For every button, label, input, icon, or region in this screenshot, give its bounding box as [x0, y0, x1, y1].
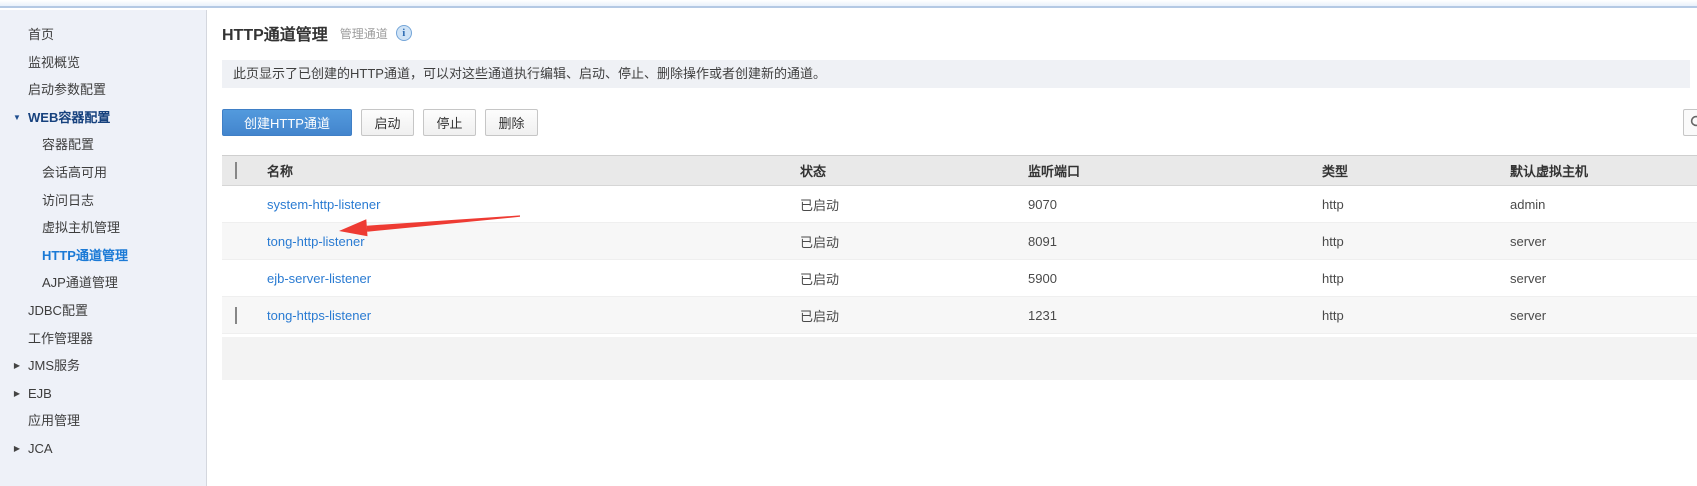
vhost-cell: server: [1510, 271, 1697, 286]
sidebar-item-work-manager[interactable]: 工作管理器: [0, 325, 206, 353]
table-row: tong-http-listener 已启动 8091 http server: [222, 223, 1697, 260]
column-header-port: 监听端口: [1028, 161, 1322, 180]
sidebar-item-access-log[interactable]: 访问日志: [0, 187, 206, 215]
table-row: system-http-listener 已启动 9070 http admin: [222, 186, 1697, 223]
sidebar-item-vhost-mgmt[interactable]: 虚拟主机管理: [0, 214, 206, 242]
sidebar-item-http-channel[interactable]: HTTP通道管理: [0, 242, 206, 270]
sidebar-item-jms[interactable]: ▶ JMS服务: [0, 352, 206, 380]
status-cell: 已启动: [800, 269, 1028, 288]
status-cell: 已启动: [800, 232, 1028, 251]
chevron-right-icon: ▶: [10, 380, 24, 408]
create-http-channel-button[interactable]: 创建HTTP通道: [222, 109, 352, 136]
port-cell: 9070: [1028, 197, 1322, 212]
vhost-cell: server: [1510, 308, 1697, 323]
vhost-cell: admin: [1510, 197, 1697, 212]
sidebar-item-ejb[interactable]: ▶ EJB: [0, 380, 206, 408]
search-button[interactable]: [1683, 109, 1697, 136]
stop-button[interactable]: 停止: [423, 109, 476, 136]
sidebar: 首页 监视概览 启动参数配置 ▼ WEB容器配置 容器配置 会话高可用 访问日志…: [0, 10, 207, 486]
column-header-name: 名称: [267, 161, 800, 180]
listener-link[interactable]: tong-https-listener: [267, 308, 371, 323]
sidebar-item-container-config[interactable]: 容器配置: [0, 131, 206, 159]
listener-link[interactable]: ejb-server-listener: [267, 271, 371, 286]
page-subtitle: 管理通道: [340, 25, 388, 42]
table-footer-area: [222, 337, 1697, 380]
page-description: 此页显示了已创建的HTTP通道，可以对这些通道执行编辑、启动、停止、删除操作或者…: [222, 60, 1690, 88]
type-cell: http: [1322, 197, 1510, 212]
select-all-checkbox[interactable]: [235, 162, 237, 179]
http-channel-management-page: 首页 监视概览 启动参数配置 ▼ WEB容器配置 容器配置 会话高可用 访问日志…: [0, 0, 1697, 486]
page-header: HTTP通道管理 管理通道 i: [222, 22, 412, 44]
listener-link[interactable]: tong-http-listener: [267, 234, 365, 249]
port-cell: 1231: [1028, 308, 1322, 323]
info-icon[interactable]: i: [396, 25, 412, 41]
type-cell: http: [1322, 271, 1510, 286]
sidebar-item-home[interactable]: 首页: [0, 21, 206, 49]
column-header-type: 类型: [1322, 161, 1510, 180]
sidebar-item-monitor-overview[interactable]: 监视概览: [0, 49, 206, 77]
row-checkbox[interactable]: [235, 307, 237, 324]
vhost-cell: server: [1510, 234, 1697, 249]
listener-link[interactable]: system-http-listener: [267, 197, 380, 212]
sidebar-item-jdbc[interactable]: JDBC配置: [0, 297, 206, 325]
table-row: ejb-server-listener 已启动 5900 http server: [222, 260, 1697, 297]
table-row: tong-https-listener 已启动 1231 http server: [222, 297, 1697, 334]
toolbar: 创建HTTP通道 启动 停止 删除: [222, 109, 547, 136]
status-cell: 已启动: [800, 306, 1028, 325]
sidebar-item-startup-params[interactable]: 启动参数配置: [0, 76, 206, 104]
sidebar-item-ajp-channel[interactable]: AJP通道管理: [0, 269, 206, 297]
top-navbar-edge: [0, 0, 1697, 8]
type-cell: http: [1322, 308, 1510, 323]
sidebar-item-session-ha[interactable]: 会话高可用: [0, 159, 206, 187]
column-header-vhost: 默认虚拟主机: [1510, 161, 1697, 180]
delete-button[interactable]: 删除: [485, 109, 538, 136]
table-header-row: 名称 状态 监听端口 类型 默认虚拟主机: [222, 155, 1697, 186]
chevron-down-icon: ▼: [10, 104, 24, 132]
status-cell: 已启动: [800, 195, 1028, 214]
http-channel-table: 名称 状态 监听端口 类型 默认虚拟主机 system-http-listene…: [222, 155, 1697, 380]
chevron-right-icon: ▶: [10, 435, 24, 463]
sidebar-item-web-container[interactable]: ▼ WEB容器配置: [0, 104, 206, 132]
start-button[interactable]: 启动: [361, 109, 414, 136]
port-cell: 5900: [1028, 271, 1322, 286]
column-header-status: 状态: [800, 161, 1028, 180]
sidebar-item-app-mgmt[interactable]: 应用管理: [0, 407, 206, 435]
type-cell: http: [1322, 234, 1510, 249]
page-title: HTTP通道管理: [222, 21, 328, 45]
sidebar-item-jca[interactable]: ▶ JCA: [0, 435, 206, 463]
port-cell: 8091: [1028, 234, 1322, 249]
search-icon: [1690, 115, 1697, 130]
chevron-right-icon: ▶: [10, 352, 24, 380]
